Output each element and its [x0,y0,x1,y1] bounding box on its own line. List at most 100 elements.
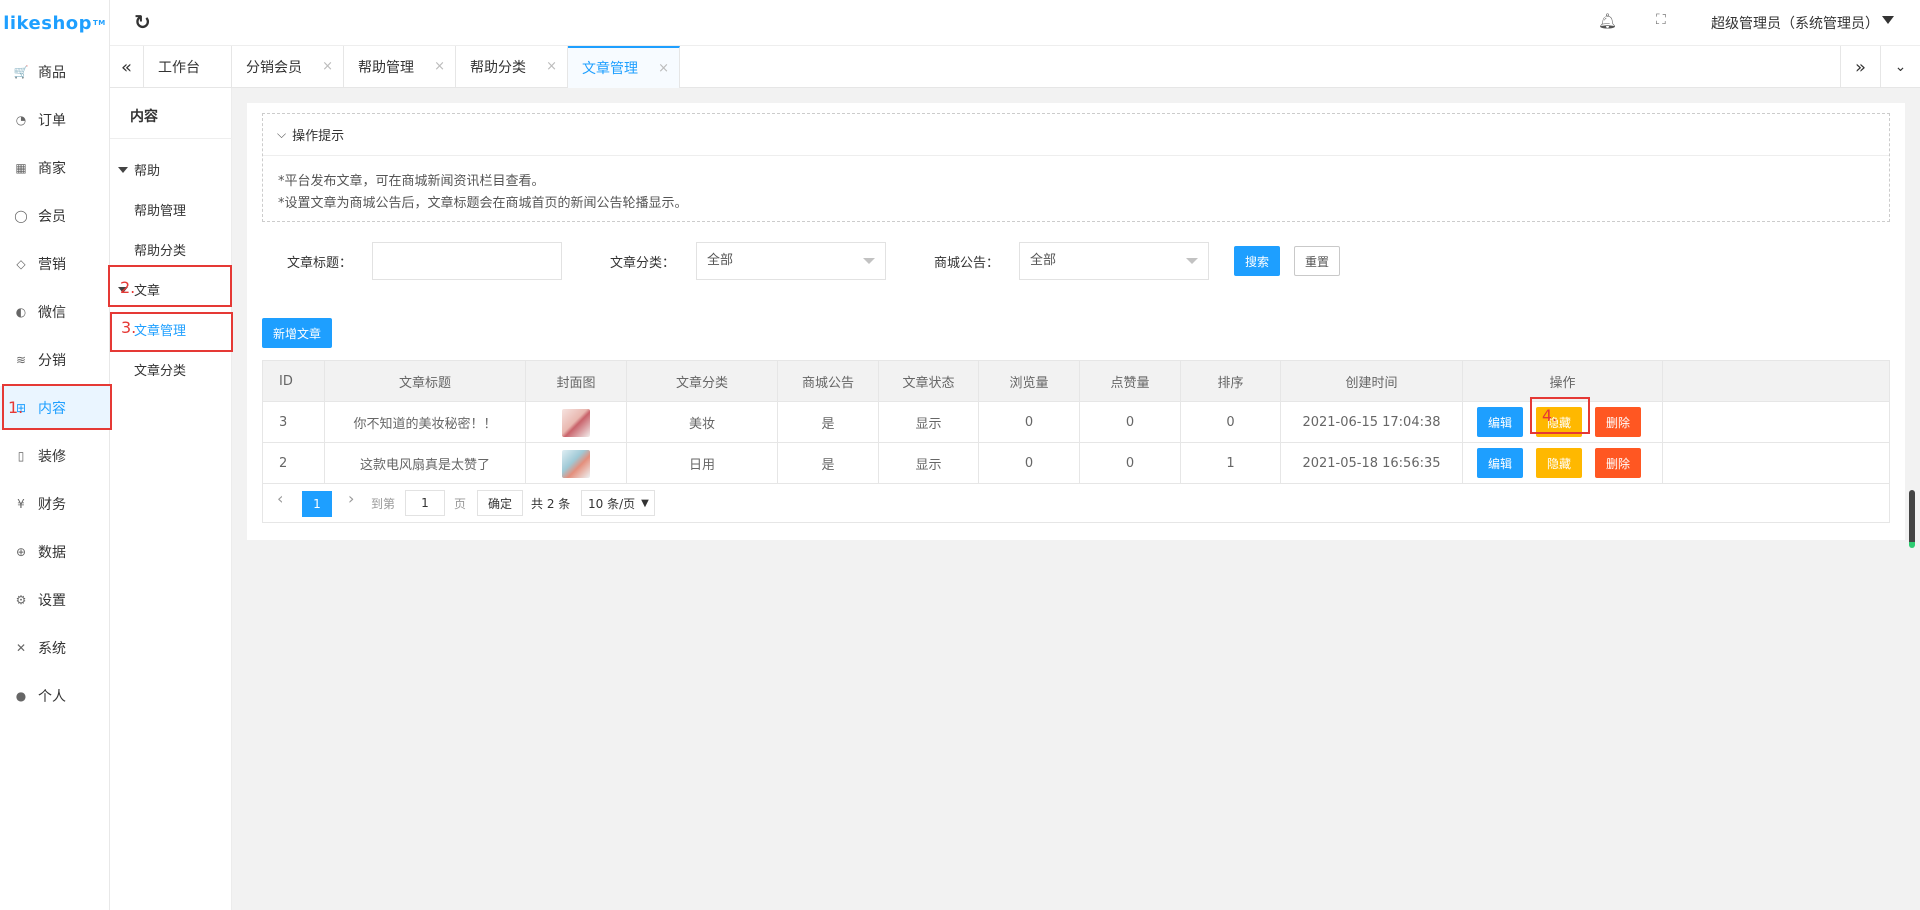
cell-category: 日用 [627,443,778,484]
cell-views: 0 [979,402,1080,443]
tabs-scroll-right-icon[interactable]: » [1840,46,1880,88]
page-size-select[interactable]: 10 条/页 ▼ [581,490,655,516]
cell-title: 你不知道的美妆秘密！！ [325,402,526,443]
col-header-notice: 商城公告 [778,361,879,402]
mall-notice-select[interactable]: 全部 [1019,242,1209,280]
goto-confirm-button[interactable]: 确定 [477,490,523,516]
col-header-category: 文章分类 [627,361,778,402]
col-header-title: 文章标题 [325,361,526,402]
sublink-help-manage[interactable]: 帮助管理 [134,200,186,219]
logo[interactable]: likeshop TM [0,0,109,46]
edit-button[interactable]: 编辑 [1477,407,1523,437]
cover-thumbnail[interactable] [562,408,590,437]
main-sidebar: likeshop TM 🛒 商品 ◔ 订单 ▦ 商家 ◯ 会员 ◇ 营销 ◐ 微信 ≋ 分销 ⊞… [0,0,110,910]
page-unit-label: 页 [454,497,467,511]
reset-button[interactable]: 重置 [1294,246,1340,276]
cell-sort: 0 [1181,402,1281,443]
tabs-more-chevron-icon[interactable]: ⌄ [1880,46,1920,88]
close-icon[interactable]: × [322,59,333,74]
tabs-scroll-left-icon[interactable]: « [110,46,144,88]
tips-header[interactable]: ⌵ 操作提示 [263,114,1889,156]
cell-created: 2021-06-15 17:04:38 [1281,402,1463,443]
delete-button[interactable]: 删除 [1595,448,1641,478]
article-title-label: 文章标题： [287,256,353,271]
sidebar-item-goods[interactable]: 🛒 商品 [0,50,110,94]
subgroup-help[interactable]: 帮助 [118,160,160,179]
sidebar-item-wechat[interactable]: ◐ 微信 [0,290,110,334]
tab-bar: « 工作台 分销会员 × 帮助管理 × 帮助分类 × 文章管理 × » ⌄ [110,46,1920,88]
sidebar-item-distribution[interactable]: ≋ 分销 [0,338,110,382]
cell-category: 美妆 [627,402,778,443]
cell-likes: 0 [1080,443,1181,484]
col-header-id: ID [263,361,325,402]
sidebar-item-marketing[interactable]: ◇ 营销 [0,242,110,286]
page-1-button[interactable]: 1 [302,491,332,517]
scrollbar-thumb[interactable] [1909,490,1915,548]
wechat-icon: ◐ [15,305,27,319]
close-icon[interactable]: × [434,59,445,74]
tab-distribution-members[interactable]: 分销会员 × [232,46,344,88]
tab-help-category[interactable]: 帮助分类 × [456,46,568,88]
article-category-select[interactable]: 全部 [696,242,886,280]
table-row: 3 你不知道的美妆秘密！！ 美妆 是 显示 0 0 0 2021-06-15 1… [263,402,1889,443]
table-row: 2 这款电风扇真是太赞了 日用 是 显示 0 0 1 2021-05-18 16… [263,443,1889,484]
tab-help-manage[interactable]: 帮助管理 × [344,46,456,88]
page-number-input[interactable]: 1 [405,490,445,516]
next-page-icon[interactable]: › [348,489,354,508]
sidebar-item-members[interactable]: ◯ 会员 [0,194,110,238]
globe-icon: ⊕ [15,545,27,559]
tip-line: *平台发布文章，可在商城新闻资讯栏目查看。 [278,174,545,189]
cell-created: 2021-05-18 16:56:35 [1281,443,1463,484]
caret-down-icon [118,166,128,173]
sidebar-item-system[interactable]: ✕ 系统 [0,626,110,670]
sidebar-item-merchant[interactable]: ▦ 商家 [0,146,110,190]
close-icon[interactable]: × [658,61,669,76]
hide-button[interactable]: 隐藏 [1536,448,1582,478]
article-table: ID 文章标题 封面图 文章分类 商城公告 文章状态 浏览量 点赞量 排序 创建… [262,360,1890,523]
annotation-number: 4. [1542,406,1558,425]
add-article-button[interactable]: 新增文章 [262,318,332,348]
col-header-actions: 操作 [1463,361,1663,402]
bell-icon: ◔ [15,113,27,127]
sidebar-item-decoration[interactable]: ▯ 装修 [0,434,110,478]
col-header-views: 浏览量 [979,361,1080,402]
sublink-article-category[interactable]: 文章分类 [134,360,186,379]
admin-user-menu[interactable]: 超级管理员（系统管理员） [1711,13,1879,33]
cover-thumbnail[interactable] [562,449,590,478]
phone-icon: ▯ [17,449,25,463]
cell-status: 显示 [879,443,979,484]
chevron-down-icon: ⌵ [277,127,287,141]
tab-article-manage[interactable]: 文章管理 × [568,46,680,88]
content-subsidebar: 内容 帮助 帮助管理 帮助分类 文章 文章管理 文章分类 [110,88,232,910]
refresh-icon[interactable]: ↻ [134,11,156,33]
fullscreen-icon[interactable]: ⛶ [1656,12,1666,28]
tab-workbench[interactable]: 工作台 [144,46,232,88]
cell-views: 0 [979,443,1080,484]
annotation-number: 1. [8,398,24,417]
sidebar-item-personal[interactable]: ● 个人 [0,674,110,718]
prev-page-icon[interactable]: ‹ [277,489,283,508]
annotation-box [1530,397,1590,434]
notification-bell-icon[interactable]: 🔔︎ [1598,12,1617,30]
col-header-sort: 排序 [1181,361,1281,402]
top-header: ↻ 🔔︎ ⛶ 超级管理员（系统管理员） [110,0,1920,46]
dropdown-arrow-icon [863,258,875,264]
sublink-help-category[interactable]: 帮助分类 [134,240,186,259]
store-icon: ▦ [15,161,27,175]
caret-down-icon[interactable] [1882,16,1894,24]
close-icon[interactable]: × [546,59,557,74]
dropdown-arrow-icon [1186,258,1198,264]
sidebar-item-settings[interactable]: ⚙ 设置 [0,578,110,622]
sidebar-item-data[interactable]: ⊕ 数据 [0,530,110,574]
sidebar-item-finance[interactable]: ¥ 财务 [0,482,110,526]
gear-icon: ⚙ [15,593,27,607]
sidebar-item-orders[interactable]: ◔ 订单 [0,98,110,142]
search-button[interactable]: 搜索 [1234,246,1280,276]
user-icon: ◯ [14,209,28,223]
article-title-input[interactable] [372,242,562,280]
pagination: ‹ 1 › 到第 1 页 确定 共 2 条 10 条/页 ▼ [263,484,1889,522]
box-icon: ◇ [16,257,26,271]
edit-button[interactable]: 编辑 [1477,448,1523,478]
delete-button[interactable]: 删除 [1595,407,1641,437]
col-header-status: 文章状态 [879,361,979,402]
